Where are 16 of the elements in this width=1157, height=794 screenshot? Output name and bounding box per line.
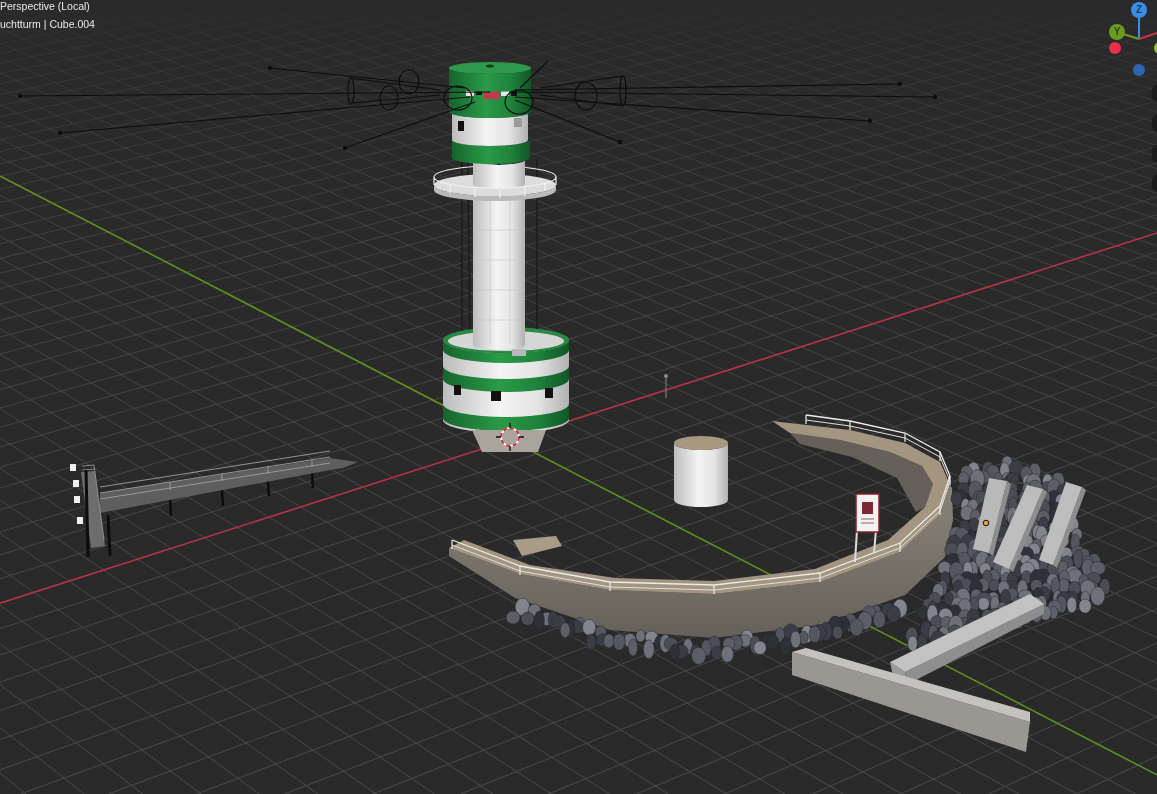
3d-cursor-icon <box>495 422 525 452</box>
axis-button[interactable]: Y <box>1109 24 1125 40</box>
cylinder-model <box>674 436 728 507</box>
object-name-label: uchtturm | Cube.004 <box>0 18 95 31</box>
viewport-nav-button[interactable] <box>1152 145 1157 162</box>
post-model <box>664 374 668 399</box>
viewport-nav-button[interactable] <box>1152 85 1157 102</box>
origin-marker-icon <box>982 519 990 527</box>
sign-board <box>854 493 880 563</box>
viewport-nav-button[interactable] <box>1152 115 1157 132</box>
view-name-label: Perspective (Local) <box>0 0 91 13</box>
axis-handle[interactable] <box>1133 64 1145 76</box>
axis-button[interactable]: Z <box>1131 2 1147 18</box>
axis-handle[interactable] <box>1109 42 1121 54</box>
axis-handle[interactable] <box>1154 42 1157 54</box>
viewport-nav-button[interactable] <box>1152 175 1157 192</box>
